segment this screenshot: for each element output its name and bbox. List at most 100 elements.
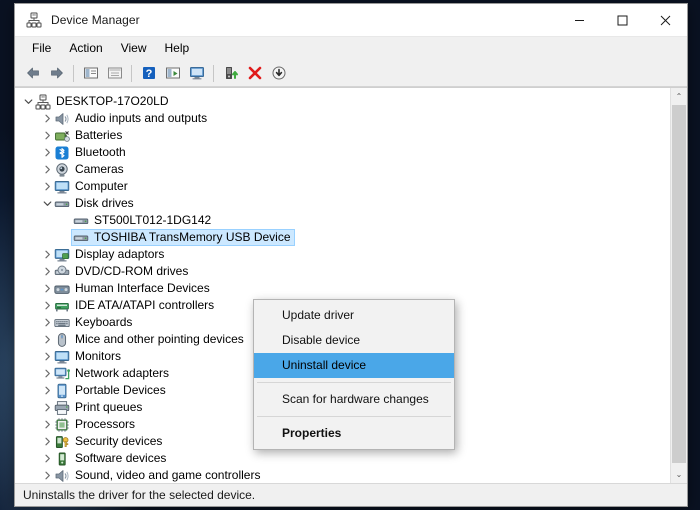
tree-row[interactable]: Audio inputs and outputs xyxy=(15,110,670,127)
tree-row-label: TOSHIBA TransMemory USB Device xyxy=(94,230,291,245)
window-title: Device Manager xyxy=(51,13,558,27)
tree-row-content[interactable]: Mice and other pointing devices xyxy=(54,332,244,348)
tree-row-content[interactable]: IDE ATA/ATAPI controllers xyxy=(54,298,214,314)
minimize-button[interactable] xyxy=(558,4,601,36)
tree-row[interactable]: Sound, video and game controllers xyxy=(15,467,670,483)
tree-row[interactable]: Cameras xyxy=(15,161,670,178)
tree-row-content[interactable]: Keyboards xyxy=(54,315,132,331)
tree-row-content[interactable]: Disk drives xyxy=(54,196,134,212)
tree-row-label: IDE ATA/ATAPI controllers xyxy=(75,298,214,313)
tree-row[interactable]: ST500LT012-1DG142 xyxy=(15,212,670,229)
context-menu-item[interactable]: Properties xyxy=(254,421,454,446)
close-button[interactable] xyxy=(644,4,687,36)
chevron-right-icon[interactable] xyxy=(40,399,54,416)
tree-row-content[interactable]: Human Interface Devices xyxy=(54,281,210,297)
view-list-button[interactable] xyxy=(161,62,184,84)
maximize-button[interactable] xyxy=(601,4,644,36)
tree-row-content[interactable]: TOSHIBA TransMemory USB Device xyxy=(71,229,295,246)
chevron-right-icon[interactable] xyxy=(40,127,54,144)
show-hide-console-tree-button[interactable] xyxy=(79,62,102,84)
camera-icon xyxy=(54,162,70,178)
tree-row-label: DESKTOP-17O20LD xyxy=(56,94,169,109)
properties-window-button[interactable] xyxy=(103,62,126,84)
update-driver-button[interactable] xyxy=(219,62,242,84)
chevron-right-icon[interactable] xyxy=(40,348,54,365)
tree-row-content[interactable]: Batteries xyxy=(54,128,122,144)
chevron-right-icon[interactable] xyxy=(40,331,54,348)
chevron-right-icon[interactable] xyxy=(40,433,54,450)
scroll-down-button[interactable]: ⌄ xyxy=(671,466,687,483)
tree-row-content[interactable]: Display adaptors xyxy=(54,247,164,263)
tree-row-label: Monitors xyxy=(75,349,121,364)
tree-row[interactable]: TOSHIBA TransMemory USB Device xyxy=(15,229,670,246)
tree-row-content[interactable]: ST500LT012-1DG142 xyxy=(73,213,211,229)
tree-row[interactable]: Human Interface Devices xyxy=(15,280,670,297)
help-button[interactable]: ? xyxy=(137,62,160,84)
tree-row-label: Processors xyxy=(75,417,135,432)
tree-row[interactable]: Software devices xyxy=(15,450,670,467)
chevron-right-icon[interactable] xyxy=(40,382,54,399)
window-controls xyxy=(558,4,687,36)
chevron-right-icon[interactable] xyxy=(40,365,54,382)
menu-file[interactable]: File xyxy=(23,38,60,59)
tree-row-content[interactable]: Portable Devices xyxy=(54,383,166,399)
forward-button[interactable] xyxy=(45,62,68,84)
chevron-right-icon[interactable] xyxy=(40,297,54,314)
tree-row-content[interactable]: Bluetooth xyxy=(54,145,126,161)
chevron-right-icon[interactable] xyxy=(40,314,54,331)
tree-row-content[interactable]: Security devices xyxy=(54,434,162,450)
scrollbar-track[interactable] xyxy=(671,105,687,466)
tree-row[interactable]: Display adaptors xyxy=(15,246,670,263)
chevron-right-icon[interactable] xyxy=(40,450,54,467)
context-menu-item[interactable]: Uninstall device xyxy=(254,353,454,378)
vertical-scrollbar[interactable]: ⌃ ⌄ xyxy=(670,88,687,483)
tree-row-content[interactable]: Processors xyxy=(54,417,135,433)
menu-help[interactable]: Help xyxy=(156,38,199,59)
tree-row-content[interactable]: Monitors xyxy=(54,349,121,365)
context-menu-item[interactable]: Disable device xyxy=(254,328,454,353)
tree-row-content[interactable]: Network adapters xyxy=(54,366,169,382)
tree-row-label: Mice and other pointing devices xyxy=(75,332,244,347)
chevron-right-icon[interactable] xyxy=(40,263,54,280)
tree-row-content[interactable]: Computer xyxy=(54,179,128,195)
chevron-right-icon[interactable] xyxy=(40,246,54,263)
tree-row[interactable]: DESKTOP-17O20LD xyxy=(15,93,670,110)
tree-row-content[interactable]: DESKTOP-17O20LD xyxy=(35,94,169,110)
chevron-right-icon[interactable] xyxy=(40,467,54,483)
bluetooth-icon xyxy=(54,145,70,161)
disable-device-button[interactable] xyxy=(267,62,290,84)
back-button[interactable] xyxy=(21,62,44,84)
menu-action[interactable]: Action xyxy=(60,38,111,59)
context-menu-item[interactable]: Update driver xyxy=(254,303,454,328)
scroll-up-button[interactable]: ⌃ xyxy=(671,88,687,105)
tree-row[interactable]: Batteries xyxy=(15,127,670,144)
tree-row-content[interactable]: Sound, video and game controllers xyxy=(54,468,260,484)
chevron-down-icon[interactable] xyxy=(21,93,35,110)
scan-hardware-button[interactable] xyxy=(185,62,208,84)
uninstall-device-button[interactable] xyxy=(243,62,266,84)
chevron-right-icon[interactable] xyxy=(40,110,54,127)
context-menu-separator xyxy=(257,416,451,417)
svg-text:?: ? xyxy=(145,68,152,80)
tree-row-content[interactable]: Audio inputs and outputs xyxy=(54,111,207,127)
chevron-down-icon[interactable] xyxy=(40,195,54,212)
tree-row-content[interactable]: Cameras xyxy=(54,162,124,178)
chevron-right-icon[interactable] xyxy=(40,178,54,195)
tree-row-content[interactable]: Software devices xyxy=(54,451,166,467)
chevron-right-icon[interactable] xyxy=(40,144,54,161)
chevron-right-icon[interactable] xyxy=(40,416,54,433)
tree-row[interactable]: Computer xyxy=(15,178,670,195)
tree-row[interactable]: Bluetooth xyxy=(15,144,670,161)
tree-row-content[interactable]: Print queues xyxy=(54,400,142,416)
tree-row[interactable]: DVD/CD-ROM drives xyxy=(15,263,670,280)
tree-row[interactable]: Disk drives xyxy=(15,195,670,212)
context-menu-item[interactable]: Scan for hardware changes xyxy=(254,387,454,412)
ide-controller-icon xyxy=(54,298,70,314)
chevron-right-icon[interactable] xyxy=(40,280,54,297)
tree-row-content[interactable]: DVD/CD-ROM drives xyxy=(54,264,188,280)
chevron-right-icon[interactable] xyxy=(40,161,54,178)
portable-device-icon xyxy=(54,383,70,399)
processor-icon xyxy=(54,417,70,433)
menu-view[interactable]: View xyxy=(112,38,156,59)
scrollbar-thumb[interactable] xyxy=(672,105,686,463)
